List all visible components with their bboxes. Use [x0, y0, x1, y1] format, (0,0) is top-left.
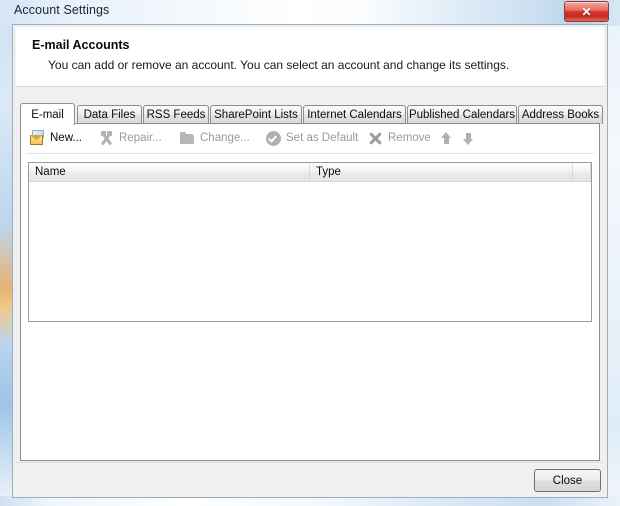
footer-divider: [16, 462, 604, 463]
page-description: You can add or remove an account. You ca…: [48, 58, 510, 72]
tab-label: Published Calendars: [408, 109, 516, 121]
tab-strip: E-mail Data Files RSS Feeds SharePoint List…: [20, 103, 603, 125]
change-folder-icon: [179, 130, 196, 147]
tab-label: Data Files: [83, 109, 136, 121]
toolbar-button-label: Remove: [388, 131, 431, 144]
new-mail-icon: [29, 130, 46, 147]
header-panel: E-mail Accounts You can add or remove an…: [16, 27, 604, 87]
tab-rss-feeds[interactable]: RSS Feeds: [143, 105, 209, 124]
tab-label: SharePoint Lists: [214, 109, 298, 121]
accounts-toolbar: New... Repair... Change... Set as Default Re…: [21, 124, 599, 153]
tab-internet-calendars[interactable]: Internet Calendars: [303, 105, 406, 124]
tab-label: RSS Feeds: [146, 109, 206, 121]
column-header-name[interactable]: Name: [29, 163, 310, 181]
accounts-list-header: Name Type: [29, 163, 591, 182]
arrow-down-icon: [461, 131, 476, 146]
window-title: Account Settings: [14, 3, 110, 17]
close-icon: ✕: [581, 4, 592, 19]
tab-label: Address Books: [521, 109, 600, 121]
column-header-label: Type: [316, 166, 341, 178]
page-title: E-mail Accounts: [32, 38, 130, 52]
toolbar-button-label: Repair...: [119, 131, 162, 144]
column-header-type[interactable]: Type: [310, 163, 573, 181]
title-bar[interactable]: Account Settings ✕: [0, 0, 620, 26]
new-button[interactable]: New...: [26, 127, 88, 150]
set-as-default-button: Set as Default: [262, 127, 362, 150]
tab-e-mail[interactable]: E-mail: [20, 103, 75, 125]
close-dialog-button[interactable]: Close: [534, 469, 601, 492]
tab-sharepoint-lists[interactable]: SharePoint Lists: [210, 105, 302, 124]
arrow-up-icon: [439, 131, 454, 146]
toolbar-button-label: Set as Default: [286, 131, 359, 144]
change-button: Change...: [176, 127, 256, 150]
account-settings-window: Account Settings ✕ E-mail Accounts You c…: [0, 0, 620, 506]
repair-button: Repair...: [95, 127, 170, 150]
column-header-spacer[interactable]: [573, 163, 591, 181]
tab-published-calendars[interactable]: Published Calendars: [407, 105, 517, 124]
toolbar-divider: [26, 153, 594, 154]
remove-x-icon: [367, 130, 384, 147]
tab-panel-email: New... Repair... Change... Set as Default Re…: [20, 123, 600, 461]
remove-button: Remove: [364, 127, 434, 150]
accounts-list-body[interactable]: [29, 182, 591, 321]
dialog-body: E-mail Accounts You can add or remove an…: [13, 25, 607, 497]
tab-label: Internet Calendars: [307, 109, 402, 121]
window-close-button[interactable]: ✕: [564, 1, 609, 22]
column-header-label: Name: [35, 166, 66, 178]
toolbar-button-label: Change...: [200, 131, 250, 144]
window-border-right: [608, 0, 620, 506]
toolbar-button-label: New...: [50, 131, 82, 144]
repair-wrench-icon: [98, 130, 115, 147]
check-circle-icon: [265, 130, 282, 147]
tab-label: E-mail: [31, 108, 64, 121]
tab-data-files[interactable]: Data Files: [77, 105, 142, 124]
tab-address-books[interactable]: Address Books: [518, 105, 603, 124]
accounts-list[interactable]: Name Type: [28, 162, 592, 322]
